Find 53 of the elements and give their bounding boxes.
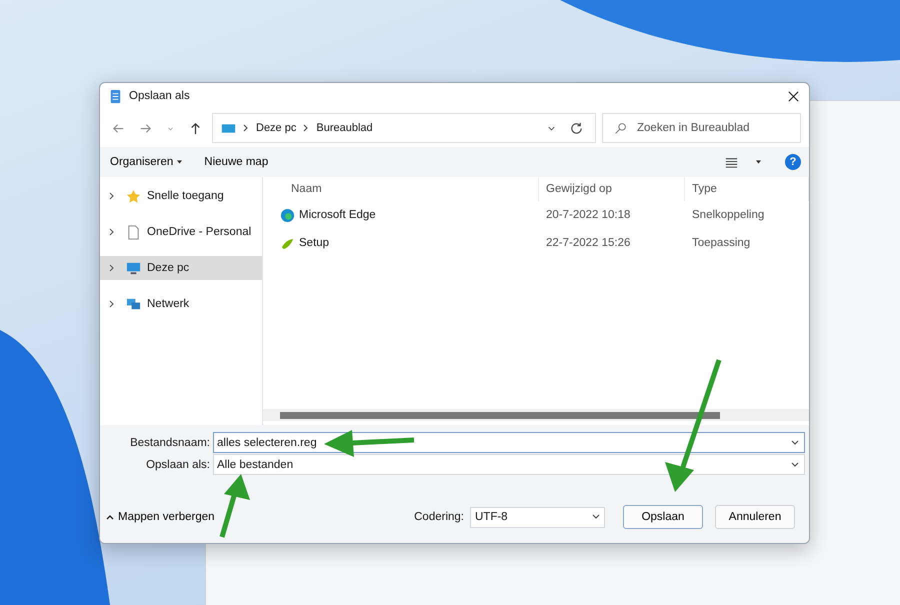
chevron-right-icon [108,264,116,272]
breadcrumb-item[interactable]: Bureaublad [316,122,373,134]
table-cell-text: Toepassing [691,237,752,249]
chevron-right-icon [108,300,116,308]
chevron-down-icon [791,438,799,446]
address-bar[interactable]: Deze pc Bureaublad [212,113,596,143]
search-field[interactable]: Zoeken in Bureaublad [602,113,801,143]
window-title: Opslaan als [129,90,190,102]
chevron-down-icon [592,513,600,521]
notepad-icon [108,88,123,104]
annotation-arrow [220,474,250,538]
filename-field[interactable]: alles selecteren.reg [213,432,805,453]
monitor-icon [126,260,141,276]
document-icon [126,224,141,240]
encoding-dropdown[interactable]: UTF-8 [470,506,605,528]
search-icon [614,122,627,135]
field-label: Opslaan als: [145,458,211,470]
table-cell-text: Snelkoppeling [691,209,766,221]
file-type-dropdown[interactable]: Alle bestanden [213,454,805,475]
save-button[interactable]: Opslaan [623,505,703,529]
sidebar-item[interactable]: Deze pc [100,256,262,280]
star-icon [126,188,141,204]
field-label: Bestandsnaam: [129,436,211,448]
sidebar-item[interactable]: Netwerk [100,292,262,316]
column-header[interactable]: Gewijzigd op [539,177,685,201]
caret-icon[interactable] [756,160,761,164]
sidebar-item[interactable]: Snelle toegang [100,184,262,208]
network-icon [126,296,141,312]
scrollbar-thumb[interactable] [280,412,720,418]
column-header[interactable]: Naam [263,177,539,201]
chevron-right-icon [108,192,116,200]
chevron-down-icon [791,460,799,468]
chevron-right-icon [302,124,310,132]
help-button[interactable]: ? [785,154,801,170]
chevron-right-icon [242,124,250,132]
file-name[interactable]: Setup [263,236,539,250]
new-folder-button[interactable]: Nieuwe map [200,154,272,170]
chevron-up-icon [106,513,114,521]
hide-folders-button[interactable]: Mappen verbergen [106,511,215,523]
column-header[interactable]: Type [685,177,809,201]
browser-icon [280,208,295,222]
close-icon[interactable] [788,90,799,102]
organize-menu-button[interactable]: Organiseren [106,154,186,170]
file-name[interactable]: Microsoft Edge [263,208,539,222]
caret-icon [177,160,182,164]
refresh-icon[interactable] [569,120,584,136]
table-cell-text: 20-7-2022 10:18 [545,209,632,221]
table-cell-text: 22-7-2022 15:26 [545,237,632,249]
sidebar-item[interactable]: OneDrive - Personal [100,220,262,244]
chevron-right-icon [108,228,116,236]
breadcrumb-item[interactable]: Deze pc [256,122,296,134]
field-label: Codering: [414,511,464,523]
cancel-button[interactable]: Annuleren [715,505,795,529]
